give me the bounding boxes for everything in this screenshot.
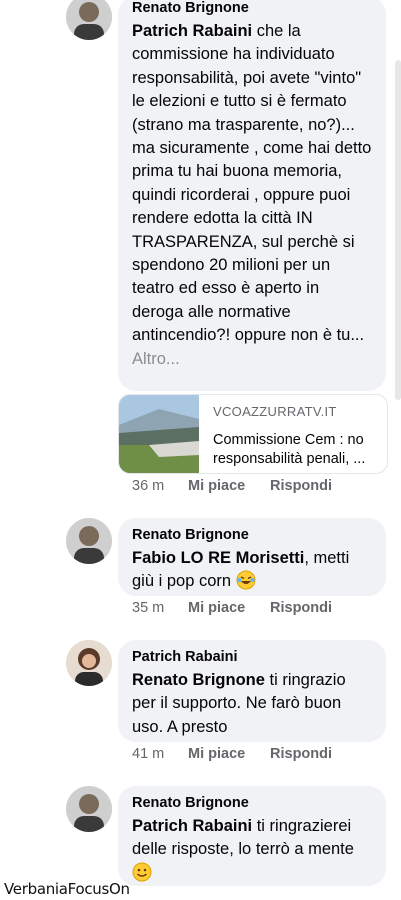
comment-author[interactable]: Renato Brignone bbox=[132, 0, 372, 18]
mention-link[interactable]: Patrich Rabaini bbox=[132, 22, 252, 40]
link-title: Commissione Cem : no responsabilità pena… bbox=[213, 432, 366, 467]
comment-text: Patrich Rabaini che la commissione ha in… bbox=[132, 22, 372, 368]
avatar-patrich[interactable] bbox=[66, 640, 112, 686]
comment-author[interactable]: Renato Brignone bbox=[132, 526, 372, 545]
avatar-renato[interactable] bbox=[66, 518, 112, 564]
scrollbar[interactable] bbox=[395, 60, 401, 400]
like-button[interactable]: Mi piace bbox=[188, 746, 270, 762]
mention-link[interactable]: Fabio LO RE Morisetti bbox=[132, 549, 304, 567]
comment-actions: 41 m Mi piace Rispondi bbox=[132, 746, 332, 762]
comment-author[interactable]: Patrich Rabaini bbox=[132, 648, 372, 667]
link-preview-card[interactable]: VCOAZZURRATV.IT Commissione Cem : no res… bbox=[118, 394, 388, 474]
avatar-renato[interactable] bbox=[66, 0, 112, 40]
reply-button[interactable]: Rispondi bbox=[270, 600, 332, 616]
like-button[interactable]: Mi piace bbox=[188, 478, 270, 494]
comment-text: Patrich Rabaini ti ringrazierei delle ri… bbox=[132, 815, 372, 885]
comment-bubble: Patrich Rabaini Renato Brignone ti ringr… bbox=[118, 640, 386, 742]
comment-bubble: Renato Brignone Patrich Rabaini ti ringr… bbox=[118, 786, 386, 886]
comment-text: Renato Brignone ti ringrazio per il supp… bbox=[132, 671, 346, 736]
link-thumbnail bbox=[119, 395, 199, 473]
reply-button[interactable]: Rispondi bbox=[270, 478, 332, 494]
comment-time[interactable]: 41 m bbox=[132, 746, 188, 762]
link-domain: VCOAZZURRATV.IT bbox=[213, 404, 337, 419]
comment-actions: 35 m Mi piace Rispondi bbox=[132, 600, 332, 616]
avatar-renato[interactable] bbox=[66, 786, 112, 832]
comment-author[interactable]: Renato Brignone bbox=[132, 794, 372, 813]
comment-time[interactable]: 36 m bbox=[132, 478, 188, 494]
see-more-link[interactable]: Altro... bbox=[132, 350, 180, 368]
like-button[interactable]: Mi piace bbox=[188, 600, 270, 616]
mention-link[interactable]: Patrich Rabaini bbox=[132, 817, 252, 835]
comment-bubble: Renato Brignone Fabio LO RE Morisetti, m… bbox=[118, 518, 386, 596]
watermark: VerbaniaFocusOn bbox=[4, 880, 130, 898]
comment-actions: 36 m Mi piace Rispondi bbox=[132, 478, 332, 494]
comment-bubble: Renato Brignone Patrich Rabaini che la c… bbox=[118, 0, 386, 391]
reply-button[interactable]: Rispondi bbox=[270, 746, 332, 762]
comment-text: Fabio LO RE Morisetti, metti giù i pop c… bbox=[132, 549, 350, 591]
laughing-emoji-icon bbox=[236, 570, 256, 590]
mention-link[interactable]: Renato Brignone bbox=[132, 671, 265, 689]
comment-time[interactable]: 35 m bbox=[132, 600, 188, 616]
smile-emoji-icon bbox=[132, 862, 152, 882]
